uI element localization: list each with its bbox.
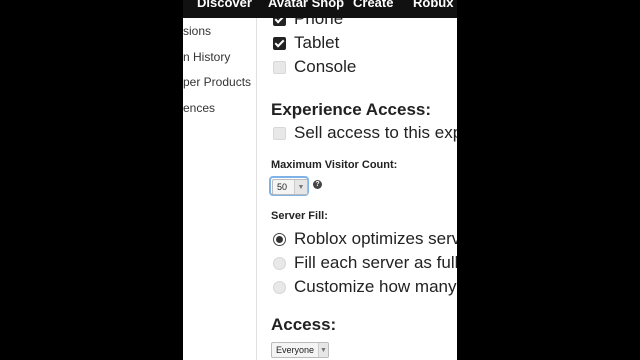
sidebar-item-history[interactable]: n History (183, 50, 230, 64)
nav-robux[interactable]: Robux (413, 0, 453, 10)
device-console[interactable]: Console (273, 57, 356, 77)
sell-access-label: Sell access to this experien (294, 123, 457, 142)
chevron-down-icon: ▼ (318, 343, 328, 357)
fill-radio[interactable] (273, 256, 286, 270)
sidebar-item-experiences[interactable]: ences (183, 101, 215, 115)
sell-access-option[interactable]: Sell access to this experien (273, 123, 457, 143)
server-fill-option-optimize[interactable]: Roblox optimizes server fil (273, 229, 457, 249)
console-label: Console (294, 57, 357, 76)
optimize-label: Roblox optimizes server fil (294, 229, 457, 248)
nav-avatar-shop[interactable]: Avatar Shop (268, 0, 344, 10)
sell-access-checkbox[interactable] (273, 126, 286, 140)
nav-discover[interactable]: Discover (197, 0, 252, 10)
server-fill-option-fill[interactable]: Fill each server as full as p (273, 253, 457, 273)
access-value: Everyone (276, 345, 315, 355)
visitor-count-value: 50 (277, 182, 288, 192)
nav-create[interactable]: Create (353, 0, 393, 10)
access-select[interactable]: Everyone ▼ (271, 342, 329, 358)
tablet-label: Tablet (294, 33, 340, 52)
sidebar: sions n History per Products ences (183, 18, 257, 360)
optimize-radio[interactable] (273, 232, 286, 246)
customize-label: Customize how many serv (294, 277, 457, 296)
browser-viewport: Discover Avatar Shop Create Robux sions … (183, 0, 457, 360)
access-heading: Access: (271, 315, 337, 334)
phone-checkbox[interactable] (273, 18, 286, 26)
visitor-count-select[interactable]: 50 ▼ (272, 179, 308, 195)
customize-radio[interactable] (273, 280, 286, 294)
fill-label: Fill each server as full as p (294, 253, 457, 272)
help-icon[interactable]: ? (313, 180, 322, 189)
sidebar-item-developer-products[interactable]: per Products (183, 75, 251, 89)
top-navigation: Discover Avatar Shop Create Robux (183, 0, 457, 18)
tablet-checkbox[interactable] (273, 36, 286, 50)
max-visitor-label: Maximum Visitor Count: (271, 159, 398, 171)
server-fill-label: Server Fill: (271, 210, 328, 222)
device-phone[interactable]: Phone (273, 18, 343, 29)
settings-panel: Phone Tablet Console Experience Access: … (257, 18, 457, 360)
server-fill-option-customize[interactable]: Customize how many serv (273, 277, 457, 297)
experience-access-heading: Experience Access: (271, 100, 432, 119)
phone-label: Phone (294, 18, 344, 28)
device-tablet[interactable]: Tablet (273, 33, 339, 53)
console-checkbox[interactable] (273, 60, 286, 74)
chevron-down-icon: ▼ (294, 180, 307, 194)
sidebar-item-versions[interactable]: sions (183, 24, 211, 38)
